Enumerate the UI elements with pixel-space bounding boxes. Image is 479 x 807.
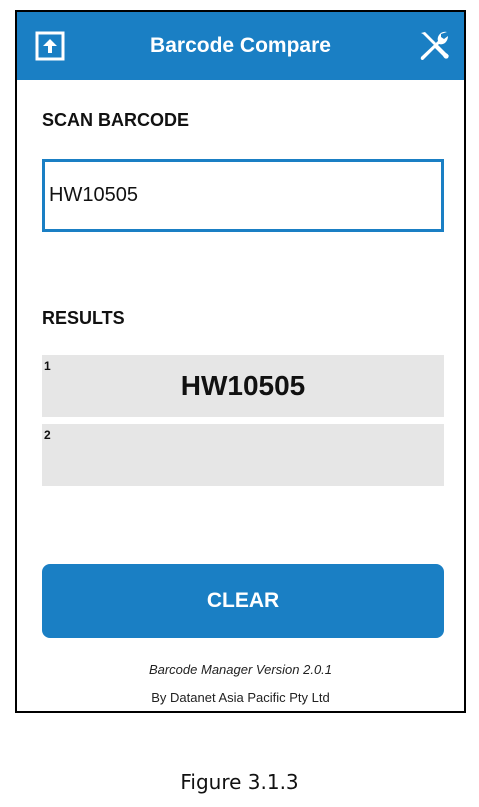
result-value — [42, 424, 444, 486]
upload-arrow-icon — [35, 31, 65, 61]
result-row-2: 2 — [42, 424, 444, 486]
result-value: HW10505 — [180, 370, 306, 401]
version-text: Barcode Manager Version 2.0.1 — [148, 662, 333, 677]
scan-barcode-label: SCAN BARCODE — [42, 110, 190, 130]
results-label: RESULTS — [42, 308, 125, 328]
clear-button[interactable]: CLEAR — [42, 564, 444, 638]
wrench-screwdriver-icon — [420, 31, 449, 60]
scan-barcode-input[interactable] — [42, 159, 444, 232]
upload-button[interactable] — [30, 26, 70, 66]
company-text: By Datanet Asia Pacific Pty Ltd — [151, 690, 330, 705]
app-title: Barcode Compare — [150, 34, 331, 57]
app-bar: Barcode Compare — [17, 12, 464, 80]
settings-button[interactable] — [414, 26, 454, 66]
phone-screen: Barcode Compare SCAN BARCODE RESULTS 1 H… — [15, 10, 466, 713]
figure-caption: Figure 3.1.3 — [180, 770, 299, 794]
result-row-1: 1 HW10505 — [42, 355, 444, 417]
